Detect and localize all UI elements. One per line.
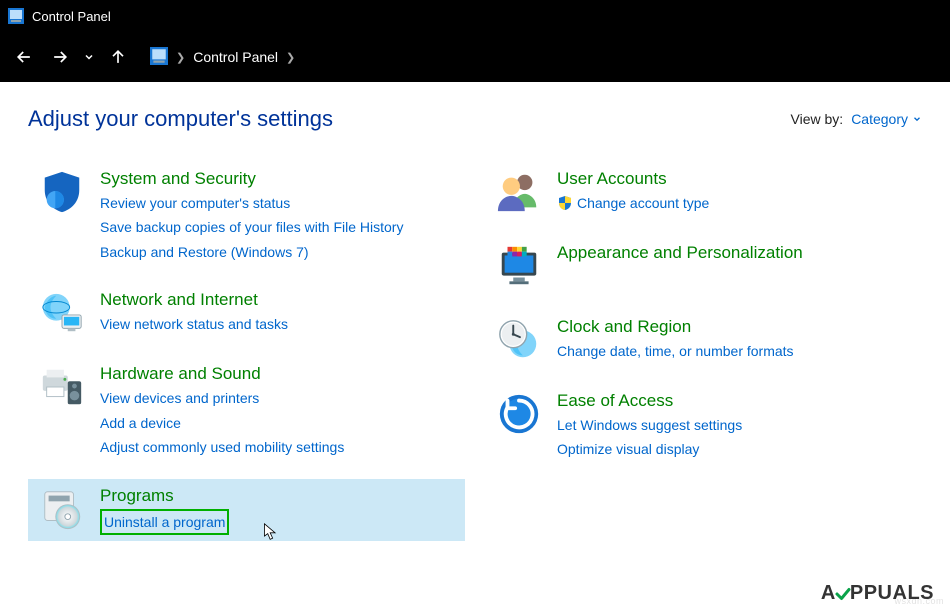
category-sublink[interactable]: Optimize visual display	[557, 438, 742, 460]
mouse-cursor-icon	[262, 523, 280, 541]
category-title-link[interactable]: Clock and Region	[557, 316, 794, 338]
monitor-colors-icon	[495, 242, 543, 290]
category-ease-of-access: Ease of Access Let Windows suggest setti…	[485, 384, 922, 467]
programs-disc-icon	[38, 485, 86, 533]
back-button[interactable]	[8, 41, 40, 73]
category-title-link[interactable]: Programs	[100, 485, 229, 507]
category-columns: System and Security Review your computer…	[28, 162, 922, 555]
control-panel-title-icon	[8, 8, 24, 24]
category-sublink[interactable]: Save backup copies of your files with Fi…	[100, 216, 403, 238]
titlebar: Control Panel	[0, 0, 950, 32]
addressbar[interactable]: ❯ Control Panel ❯	[150, 47, 295, 68]
breadcrumb-root[interactable]: Control Panel	[193, 49, 278, 65]
category-sublink[interactable]: Change account type	[557, 192, 709, 214]
category-title-link[interactable]: System and Security	[100, 168, 403, 190]
category-clock-region: Clock and Region Change date, time, or n…	[485, 310, 922, 370]
category-title-link[interactable]: User Accounts	[557, 168, 709, 190]
window-title: Control Panel	[32, 9, 111, 24]
content-area: Adjust your computer's settings View by:…	[0, 82, 950, 555]
navbar: ❯ Control Panel ❯	[0, 32, 950, 82]
category-hardware-sound: Hardware and Sound View devices and prin…	[28, 357, 465, 464]
breadcrumb-sep-icon: ❯	[176, 51, 185, 64]
viewby-dropdown[interactable]: Category	[851, 111, 922, 127]
clock-globe-icon	[495, 316, 543, 364]
left-column: System and Security Review your computer…	[28, 162, 465, 555]
forward-button[interactable]	[44, 41, 76, 73]
globe-network-icon	[38, 289, 86, 337]
category-title-link[interactable]: Hardware and Sound	[100, 363, 344, 385]
category-sublink[interactable]: View devices and printers	[100, 387, 344, 409]
recent-dropdown-icon[interactable]	[80, 41, 98, 73]
category-sublink-uninstall[interactable]: Uninstall a program	[100, 509, 229, 535]
category-system-security: System and Security Review your computer…	[28, 162, 465, 269]
up-button[interactable]	[102, 41, 134, 73]
category-title-link[interactable]: Appearance and Personalization	[557, 242, 803, 264]
category-sublink[interactable]: Adjust commonly used mobility settings	[100, 436, 344, 458]
source-text: wsxdn.com	[894, 596, 944, 606]
page-title: Adjust your computer's settings	[28, 106, 333, 132]
viewby-control: View by: Category	[791, 111, 922, 127]
category-sublink[interactable]: Add a device	[100, 412, 344, 434]
category-sublink[interactable]: Change date, time, or number formats	[557, 340, 794, 362]
category-title-link[interactable]: Network and Internet	[100, 289, 288, 311]
category-sublink[interactable]: Backup and Restore (Windows 7)	[100, 241, 403, 263]
viewby-label: View by:	[791, 111, 844, 127]
right-column: User Accounts Change account type	[485, 162, 922, 555]
category-sublink[interactable]: Review your computer's status	[100, 192, 403, 214]
category-sublink[interactable]: Let Windows suggest settings	[557, 414, 742, 436]
viewby-value: Category	[851, 111, 908, 127]
control-panel-address-icon	[150, 47, 168, 68]
category-programs: Programs Uninstall a program	[28, 479, 465, 541]
printer-speaker-icon	[38, 363, 86, 411]
category-user-accounts: User Accounts Change account type	[485, 162, 922, 222]
header-row: Adjust your computer's settings View by:…	[28, 106, 922, 132]
category-network-internet: Network and Internet View network status…	[28, 283, 465, 343]
shield-icon	[38, 168, 86, 216]
users-icon	[495, 168, 543, 216]
category-sublink-label: Change account type	[577, 192, 709, 214]
category-appearance: Appearance and Personalization	[485, 236, 922, 296]
ease-of-access-icon	[495, 390, 543, 438]
uac-shield-icon	[557, 195, 573, 211]
chevron-down-icon	[912, 114, 922, 124]
breadcrumb-sep-icon: ❯	[286, 51, 295, 64]
category-title-link[interactable]: Ease of Access	[557, 390, 742, 412]
category-sublink[interactable]: View network status and tasks	[100, 313, 288, 335]
